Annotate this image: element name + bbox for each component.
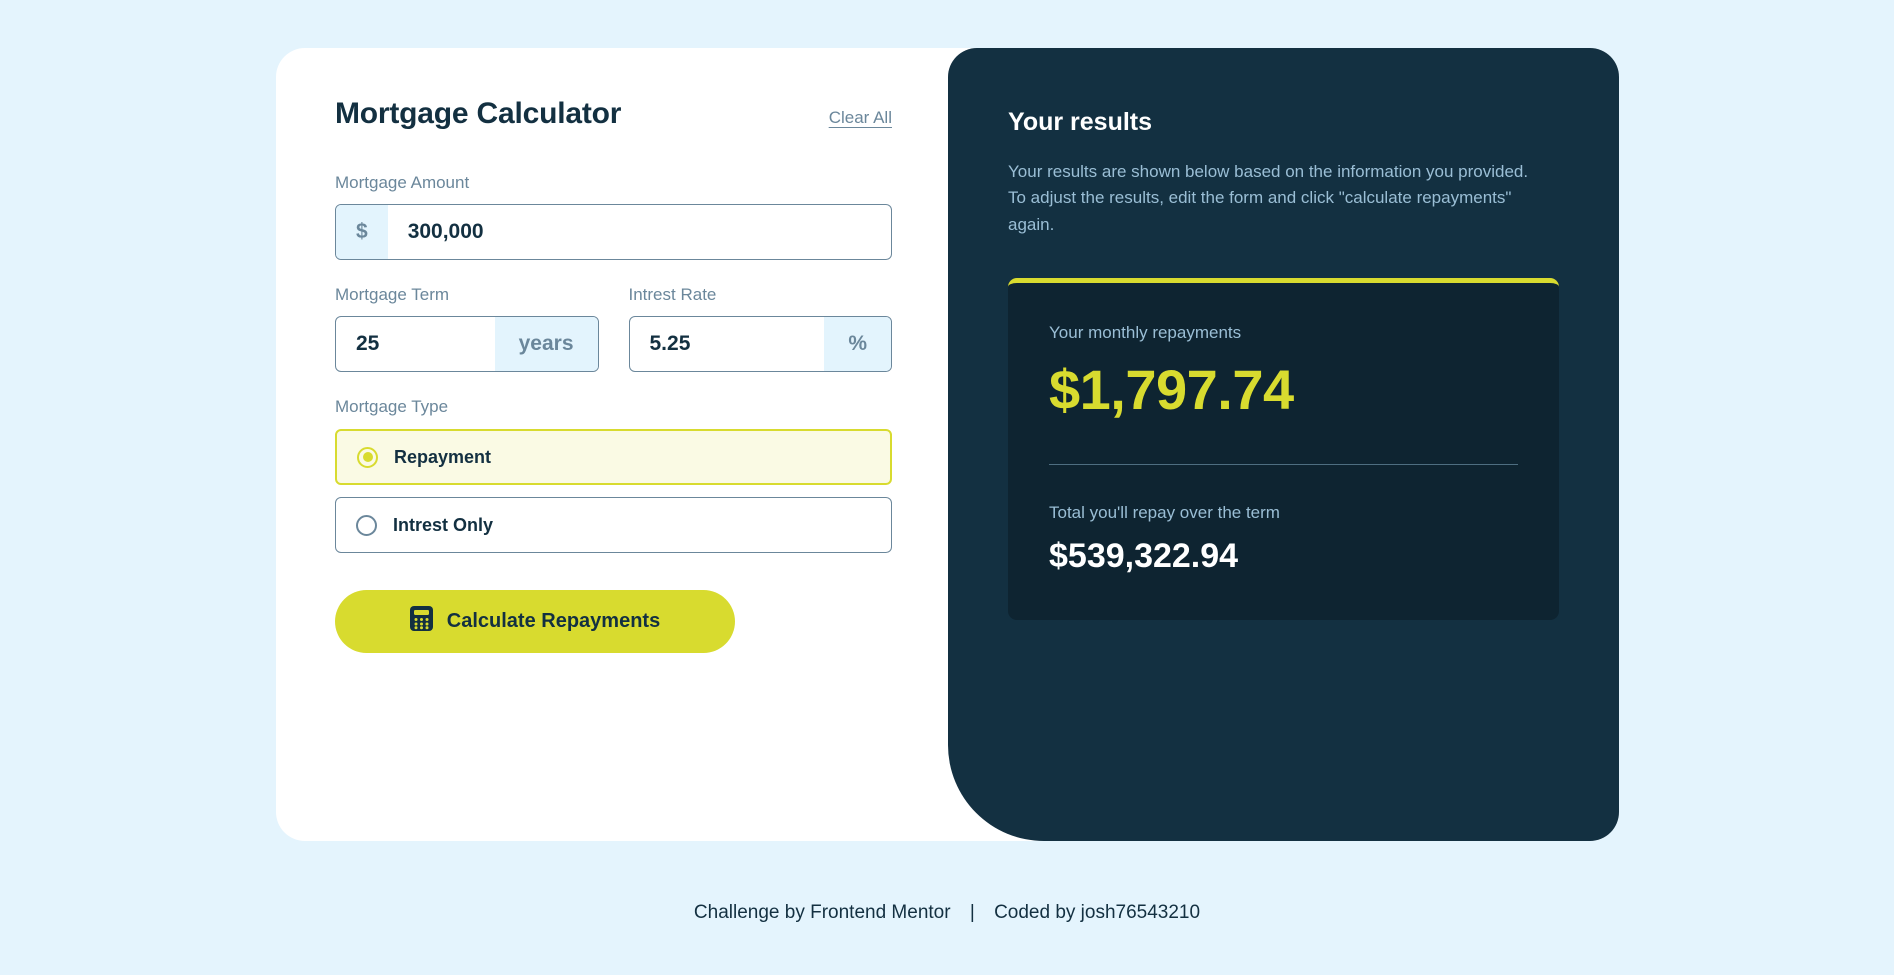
mortgage-term-field: Mortgage Term 25 years [335,285,599,372]
calculate-repayments-label: Calculate Repayments [446,610,661,632]
coded-by-credit-text: Coded by josh76543210 [994,902,1201,923]
app-root: Mortgage Calculator Clear All Mortgage A… [0,0,1894,975]
mortgage-type-option-repayment[interactable]: Repayment [335,429,892,485]
percent-suffix-icon: % [824,317,891,371]
interest-rate-input[interactable]: 5.25 [630,317,825,371]
interest-rate-label: Intrest Rate [628,285,717,304]
mortgage-form-pane: Mortgage Calculator Clear All Mortgage A… [276,48,948,841]
results-pane: Your results Your results are shown belo… [948,48,1619,841]
challenge-credit-text: Challenge by Frontend Mentor [693,902,951,923]
form-header: Mortgage Calculator Clear All [335,97,892,131]
mortgage-type-field: Mortgage Type Repayment Intrest Only [335,397,892,553]
radio-dot [362,452,373,462]
total-repayment-label: Total you'll repay over the term [1049,503,1280,523]
results-divider [1049,464,1518,466]
results-description: Your results are shown below based on th… [1008,162,1529,234]
mortgage-term-input[interactable]: 25 [336,317,495,371]
page-title: Mortgage Calculator [335,97,622,130]
mortgage-type-option-label: Repayment [394,446,492,467]
monthly-repayment-value: $1,797.74 [1049,358,1294,422]
calculator-icon [409,606,433,637]
mortgage-term-label: Mortgage Term [335,285,450,304]
calculate-repayments-button[interactable]: Calculate Repayments [335,590,735,653]
clear-all-button[interactable]: Clear All [829,108,892,128]
monthly-repayment-label: Your monthly repayments [1049,323,1242,343]
mortgage-amount-input[interactable]: 300,000 [388,205,891,259]
interest-rate-input-shell[interactable]: 5.25 % [628,316,892,372]
interest-rate-field: Intrest Rate 5.25 % [628,285,892,372]
mortgage-type-option-label: Intrest Only [393,514,494,535]
attribution-footer: Challenge by Frontend Mentor | Coded by … [0,902,1894,924]
radio-unselected-icon [356,514,377,536]
total-repayment-value: $539,322.94 [1049,537,1239,576]
term-and-rate-row: Mortgage Term 25 years Intrest Rate 5.25… [335,285,892,372]
mortgage-amount-input-shell[interactable]: $ 300,000 [335,204,892,260]
mortgage-amount-label: Mortgage Amount [335,173,470,192]
mortgage-term-input-shell[interactable]: 25 years [335,316,599,372]
currency-prefix-icon: $ [336,205,388,259]
results-title: Your results [1008,108,1153,136]
mortgage-amount-field: Mortgage Amount $ 300,000 [335,173,892,260]
calculator-card: Mortgage Calculator Clear All Mortgage A… [276,48,1619,841]
radio-selected-icon [357,446,378,468]
mortgage-type-option-interest-only[interactable]: Intrest Only [335,497,892,553]
results-summary-card: Your monthly repayments $1,797.74 Total … [1008,278,1559,621]
mortgage-type-label: Mortgage Type [335,397,449,416]
years-suffix-label: years [494,317,598,371]
attribution-separator: | [969,902,975,923]
